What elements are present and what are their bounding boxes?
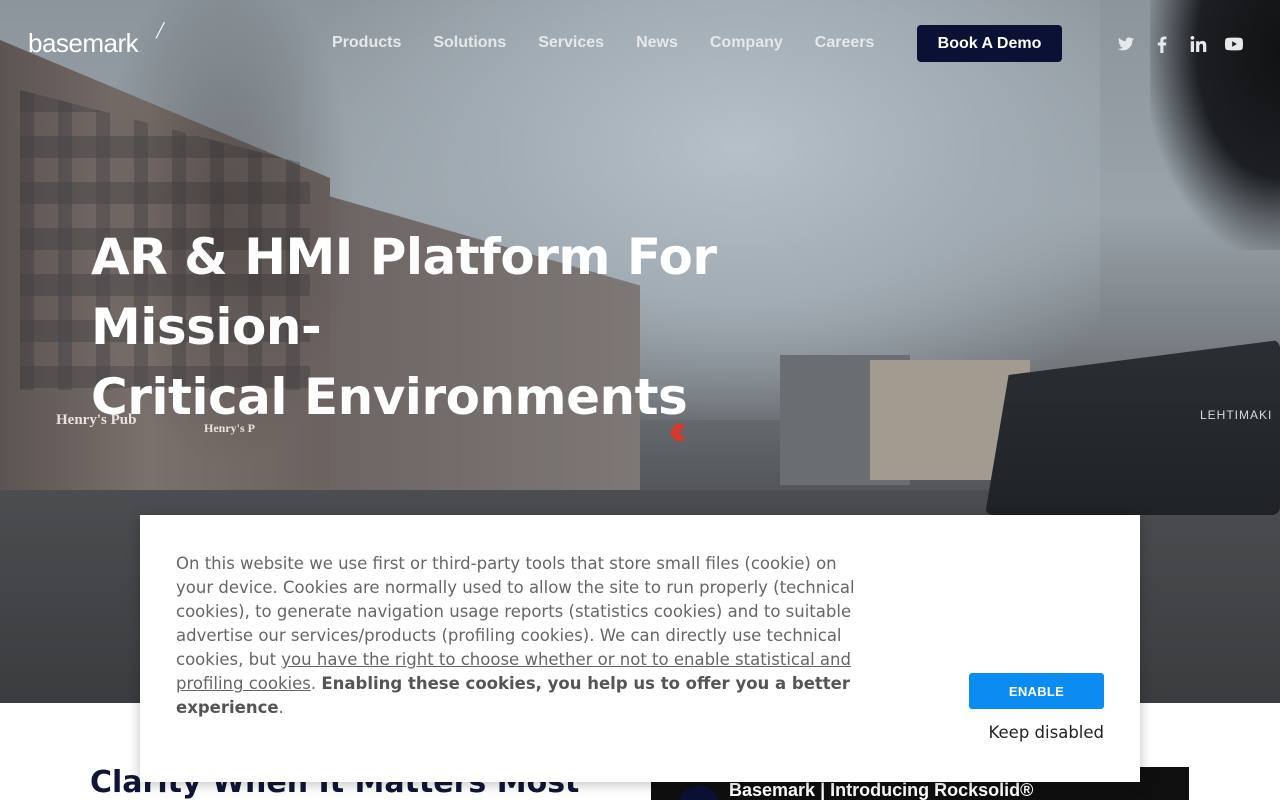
cookie-text-end: . <box>278 698 284 717</box>
enable-cookies-button[interactable]: ENABLE <box>969 673 1104 709</box>
site-logo[interactable]: basemark ╱ <box>28 22 164 59</box>
twitter-icon[interactable] <box>1117 35 1135 53</box>
hero-title: AR & HMI Platform For Mission- Critical … <box>91 222 891 432</box>
facebook-icon[interactable] <box>1153 35 1171 53</box>
nav-item-products[interactable]: Products <box>332 34 401 52</box>
nav-item-company[interactable]: Company <box>710 34 783 52</box>
nav-item-news[interactable]: News <box>636 34 678 52</box>
main-nav: Products Solutions Services News Company… <box>332 34 906 52</box>
nav-item-careers[interactable]: Careers <box>815 34 875 52</box>
logo-tick-icon: ╱ <box>156 22 164 38</box>
book-demo-button[interactable]: Book A Demo <box>917 25 1062 62</box>
video-title[interactable]: Basemark | Introducing Rocksolid® <box>729 780 1033 800</box>
cookie-banner: On this website we use first or third-pa… <box>140 515 1140 782</box>
hero-title-line-2: Critical Environments <box>91 368 688 426</box>
channel-avatar: b' <box>679 785 719 800</box>
linkedin-icon[interactable] <box>1189 35 1207 53</box>
cookie-text-sep: . <box>310 674 322 693</box>
logo-text: basemark <box>28 28 139 58</box>
keep-disabled-button[interactable]: Keep disabled <box>960 723 1104 742</box>
nav-item-services[interactable]: Services <box>538 34 604 52</box>
youtube-icon[interactable] <box>1225 35 1243 53</box>
bus-sign: LEHTIMAKI <box>1200 408 1273 422</box>
nav-item-solutions[interactable]: Solutions <box>433 34 506 52</box>
hero-title-line-1: AR & HMI Platform For Mission- <box>91 228 717 356</box>
cookie-text: On this website we use first or third-pa… <box>176 552 866 720</box>
